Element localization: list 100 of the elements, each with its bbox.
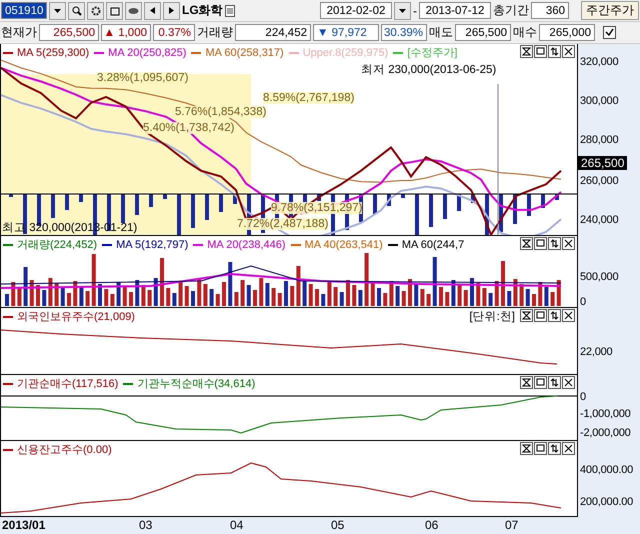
shrink-icon[interactable] [520, 45, 533, 58]
checkbox[interactable] [603, 26, 616, 39]
axis-label: 500,000 [580, 271, 618, 283]
volume-label: 거래량 [197, 24, 233, 41]
unit-label: [단위:천] [469, 309, 515, 324]
axis-label: 300,000 [580, 95, 618, 107]
axis-label: 320,000 [580, 56, 618, 68]
close-icon[interactable] [562, 376, 575, 389]
net-volume-bar [471, 194, 475, 203]
axis-label: 400,000.00 [580, 464, 634, 476]
shrink-icon[interactable] [520, 376, 533, 389]
axis-label: 2013/01 [2, 518, 46, 532]
legend-item: MA 20(238,446) [193, 238, 286, 250]
stock-name: LG화학 [182, 2, 223, 19]
legend-item: 거래량(224,452) [3, 237, 98, 252]
stock-code-field[interactable]: 051910 [1, 2, 47, 19]
shrink-icon[interactable] [520, 237, 533, 250]
swap-icon[interactable] [548, 376, 561, 389]
legend-item: MA 5(259,300) [3, 46, 90, 58]
sell-price: 265,500 [455, 24, 511, 41]
window-icon[interactable] [534, 237, 547, 250]
net-volume-bar [219, 194, 223, 212]
axis-label: -1,000,000 [580, 408, 631, 420]
legend-item: 신용잔고주수(0.00) [3, 442, 112, 457]
net-volume-bar [415, 194, 419, 235]
dropdown-icon[interactable] [394, 2, 411, 20]
volume-profile-label: 5.76%(1,854,338) [175, 106, 266, 118]
axis-label: 07 [505, 518, 518, 532]
period-label: 총기간 [493, 2, 529, 19]
volume-profile-label: 9.78%(3,151,297) [271, 202, 362, 214]
net-volume-bar [429, 194, 433, 227]
axis-label: -2,000,000 [580, 427, 631, 439]
swap-icon[interactable] [548, 442, 561, 455]
end-date-field[interactable]: 2013-07-12 [419, 2, 491, 19]
period-spinner[interactable]: 360 [531, 2, 569, 19]
net-volume-bar [317, 194, 321, 201]
shrink-icon[interactable] [520, 442, 533, 455]
window-icon[interactable] [534, 376, 547, 389]
net-volume-bar [373, 194, 377, 214]
previous-icon[interactable] [144, 2, 161, 20]
document-icon[interactable] [224, 4, 235, 16]
change-percent: 0.37% [153, 24, 195, 41]
date-separator: - [413, 4, 417, 18]
volume-profile-label: 7.72%(2,487,188) [237, 218, 328, 230]
net-volume-bar [233, 194, 237, 204]
swap-icon[interactable] [548, 45, 561, 58]
axis-label: 05 [331, 518, 344, 532]
window-icon[interactable] [534, 309, 547, 322]
axis-label: 280,000 [580, 134, 618, 146]
shrink-icon[interactable] [520, 309, 533, 322]
net-volume-bar [51, 194, 55, 218]
net-volume-bar [177, 194, 181, 235]
close-icon[interactable] [562, 442, 575, 455]
search-icon[interactable] [68, 2, 85, 20]
net-volume-bar [541, 194, 545, 208]
legend-item: 기관순매수(117,516) [3, 376, 118, 391]
axis-label: 200,000.00 [580, 496, 634, 508]
price-tag: 265,500 [578, 156, 628, 170]
window-icon[interactable] [106, 2, 123, 20]
buy-price: 265,000 [539, 24, 595, 41]
net-volume-bar [135, 194, 139, 215]
legend-item: MA 20(250,825) [94, 46, 186, 58]
axis-label: 03 [139, 518, 152, 532]
swap-icon[interactable] [548, 237, 561, 250]
legend-item: MA 5(192,797) [102, 238, 188, 250]
legend-item: 기관누적순매수(34,614) [123, 376, 256, 391]
axis-label: 0 [580, 391, 586, 403]
start-date-field[interactable]: 2012-02-02 [320, 2, 392, 19]
close-icon[interactable] [562, 45, 575, 58]
legend-item: MA 40(263,541) [290, 238, 383, 250]
window-icon[interactable] [534, 45, 547, 58]
current-price: 265,500 [39, 24, 99, 41]
dropdown-icon[interactable] [49, 2, 66, 20]
axis-label: 240,000 [580, 214, 618, 226]
net-volume-bar [513, 194, 517, 224]
close-icon[interactable] [562, 309, 575, 322]
net-volume-bar [191, 194, 195, 228]
net-volume-bar [527, 194, 531, 216]
legend-item: 외국인보유주수(21,009) [3, 309, 135, 324]
net-volume-bar [79, 194, 83, 202]
close-icon[interactable] [562, 237, 575, 250]
net-volume-bar [9, 194, 13, 197]
current-price-label: 현재가 [1, 24, 37, 41]
volume-profile-label: 5.40%(1,738,742) [143, 122, 234, 134]
volume-change: ▼ 97,972 [313, 24, 379, 41]
legend-item: MA 60(258,317) [191, 46, 284, 58]
axis-label: 0 [580, 296, 586, 308]
net-volume-bar [205, 194, 209, 220]
low-price-note: 최저 230,000(2013-06-25) [361, 63, 496, 77]
swap-icon[interactable] [548, 309, 561, 322]
window-icon[interactable] [534, 442, 547, 455]
net-volume-bar [457, 194, 461, 211]
price-change: ▲ 1,000 [101, 24, 151, 41]
net-volume-bar [555, 194, 559, 200]
net-volume-bar [65, 194, 69, 210]
settings-icon[interactable] [87, 2, 104, 20]
weekly-price-button[interactable]: 주간주가 [581, 1, 639, 20]
next-icon[interactable] [163, 2, 180, 20]
axis-label: 04 [230, 518, 244, 532]
net-volume-bar [443, 194, 447, 219]
